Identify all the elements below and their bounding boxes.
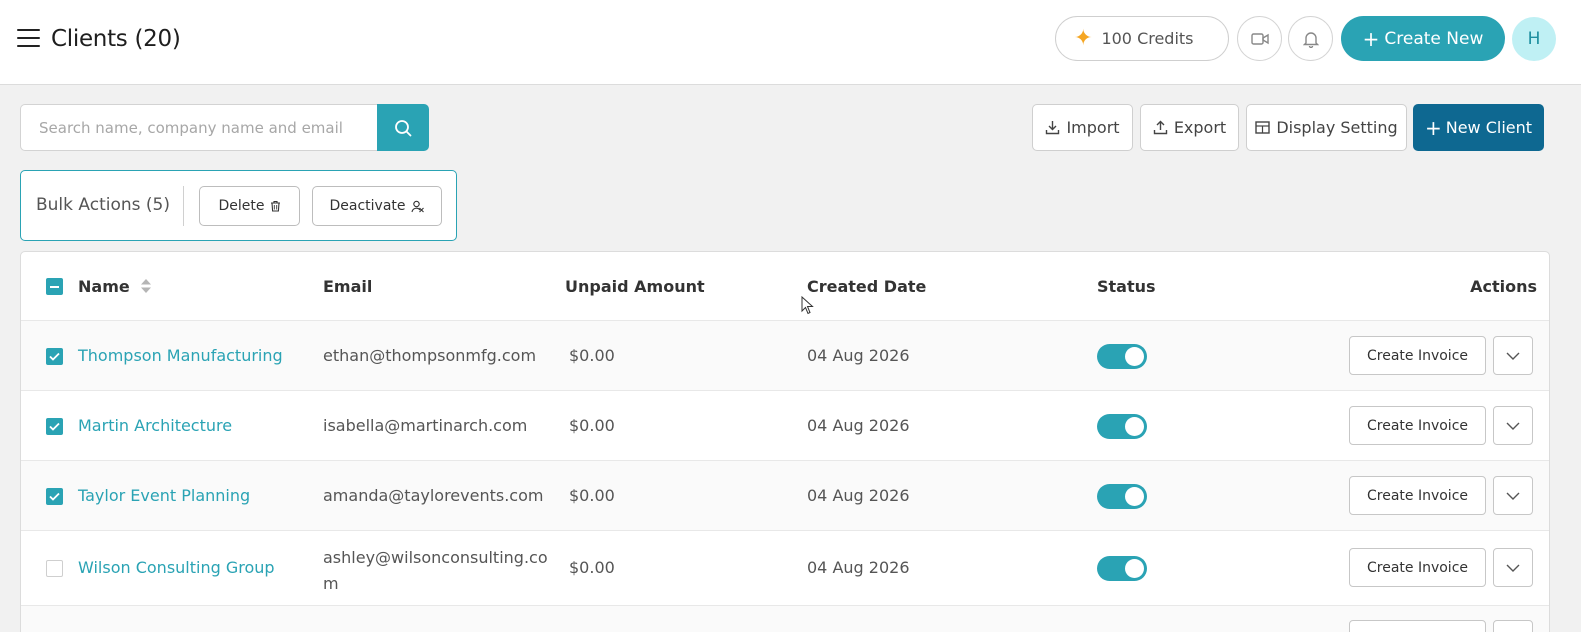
row-actions-dropdown[interactable] [1493, 620, 1533, 632]
upload-icon [1153, 120, 1168, 135]
row-checkbox[interactable] [46, 418, 63, 435]
client-email: isabella@martinarch.com [323, 416, 528, 435]
row-checkbox[interactable] [46, 348, 63, 365]
download-icon [1046, 121, 1060, 135]
client-name-link[interactable]: Wilson Consulting Group [78, 558, 275, 577]
import-button[interactable]: Import [1032, 104, 1133, 151]
client-name-link[interactable]: Martin Architecture [78, 416, 232, 435]
bulk-actions-bar: Bulk Actions (5) Delete Deactivate [20, 170, 457, 241]
created-date: 04 Aug 2026 [807, 558, 910, 577]
credits-button[interactable]: ✦ 100 Credits [1055, 16, 1229, 61]
plus-icon: + [1362, 26, 1380, 51]
unpaid-amount: $0.00 [569, 558, 615, 577]
clients-table: Name Email Unpaid Amount Created Date St… [20, 251, 1550, 632]
chevron-down-icon [1506, 564, 1520, 572]
unpaid-amount: $0.00 [569, 416, 615, 435]
created-date: 04 Aug 2026 [807, 416, 910, 435]
bulk-delete-button[interactable]: Delete [199, 186, 300, 226]
sparkle-icon: ✦ [1074, 25, 1093, 51]
column-header-status: Status [1097, 277, 1156, 296]
plus-icon: + [1424, 115, 1442, 140]
import-label: Import [1066, 118, 1120, 137]
credits-label: 100 Credits [1101, 29, 1194, 48]
sort-icon[interactable] [140, 278, 152, 294]
select-all-checkbox[interactable] [46, 278, 63, 295]
client-name-link[interactable]: Taylor Event Planning [78, 486, 250, 505]
unpaid-amount: $0.00 [569, 346, 615, 365]
create-invoice-button[interactable]: Create Invoice [1349, 406, 1486, 445]
created-date: 04 Aug 2026 [807, 486, 910, 505]
status-toggle[interactable] [1097, 344, 1147, 369]
mouse-cursor-icon [801, 296, 814, 315]
table-icon [1255, 121, 1271, 134]
row-checkbox[interactable] [46, 560, 63, 577]
table-row: Wilson Consulting Group ashley@wilsoncon… [21, 530, 1549, 605]
row-actions-dropdown[interactable] [1493, 476, 1533, 515]
check-icon [49, 492, 60, 501]
check-icon [49, 422, 60, 431]
table-row [21, 605, 1549, 632]
display-setting-label: Display Setting [1276, 118, 1398, 137]
top-header: Clients (20) ✦ 100 Credits + Create New … [0, 0, 1581, 85]
create-new-button[interactable]: + Create New [1341, 16, 1505, 61]
new-client-label: New Client [1445, 118, 1533, 137]
search-input[interactable] [20, 104, 377, 151]
column-header-name[interactable]: Name [78, 277, 152, 296]
unpaid-amount: $0.00 [569, 486, 615, 505]
client-email: ashley@wilsonconsulting.co m [323, 545, 548, 597]
status-toggle[interactable] [1097, 484, 1147, 509]
row-actions-dropdown[interactable] [1493, 548, 1533, 587]
notifications-button[interactable] [1288, 16, 1333, 61]
table-row: Martin Architecture isabella@martinarch.… [21, 390, 1549, 460]
search-bar [20, 104, 429, 151]
client-email: ethan@thompsonmfg.com [323, 346, 537, 365]
row-actions-dropdown[interactable] [1493, 336, 1533, 375]
avatar[interactable]: H [1512, 17, 1556, 61]
row-checkbox[interactable] [46, 488, 63, 505]
column-header-actions: Actions [1470, 277, 1537, 296]
export-label: Export [1173, 118, 1227, 137]
bulk-deactivate-button[interactable]: Deactivate [312, 186, 442, 226]
table-row: Taylor Event Planning amanda@taylorevent… [21, 460, 1549, 530]
indeterminate-icon [50, 285, 59, 288]
column-header-unpaid: Unpaid Amount [565, 277, 705, 296]
create-new-label: Create New [1384, 28, 1484, 49]
bell-icon [1302, 31, 1319, 48]
user-off-icon [410, 200, 424, 212]
page-title: Clients (20) [51, 26, 181, 52]
video-button[interactable] [1237, 16, 1282, 61]
chevron-down-icon [1506, 352, 1520, 360]
new-client-button[interactable]: + New Client [1413, 104, 1544, 151]
column-header-created: Created Date [807, 277, 927, 296]
client-email: amanda@taylorevents.com [323, 486, 544, 505]
bulk-delete-label: Delete [218, 198, 265, 214]
create-invoice-button[interactable]: Create Invoice [1349, 476, 1486, 515]
column-header-email: Email [323, 277, 373, 296]
search-button[interactable] [377, 104, 429, 151]
create-invoice-button[interactable] [1349, 620, 1486, 632]
create-invoice-button[interactable]: Create Invoice [1349, 548, 1486, 587]
chevron-down-icon [1506, 422, 1520, 430]
bulk-actions-label: Bulk Actions (5) [36, 195, 170, 215]
menu-icon[interactable] [17, 29, 40, 49]
check-icon [49, 352, 60, 361]
status-toggle[interactable] [1097, 556, 1147, 581]
client-name-link[interactable]: Thompson Manufacturing [78, 346, 283, 365]
export-button[interactable]: Export [1140, 104, 1239, 151]
email-line: m [323, 574, 339, 593]
create-invoice-button[interactable]: Create Invoice [1349, 336, 1486, 375]
status-toggle[interactable] [1097, 414, 1147, 439]
display-setting-button[interactable]: Display Setting [1246, 104, 1407, 151]
chevron-down-icon [1506, 492, 1520, 500]
created-date: 04 Aug 2026 [807, 346, 910, 365]
video-icon [1250, 32, 1269, 45]
email-line: ashley@wilsonconsulting.co [323, 548, 548, 567]
row-actions-dropdown[interactable] [1493, 406, 1533, 445]
bulk-deactivate-label: Deactivate [329, 198, 406, 214]
search-icon [395, 119, 412, 136]
table-row: Thompson Manufacturing ethan@thompsonmfg… [21, 320, 1549, 390]
divider [183, 186, 184, 226]
trash-icon [270, 200, 280, 212]
